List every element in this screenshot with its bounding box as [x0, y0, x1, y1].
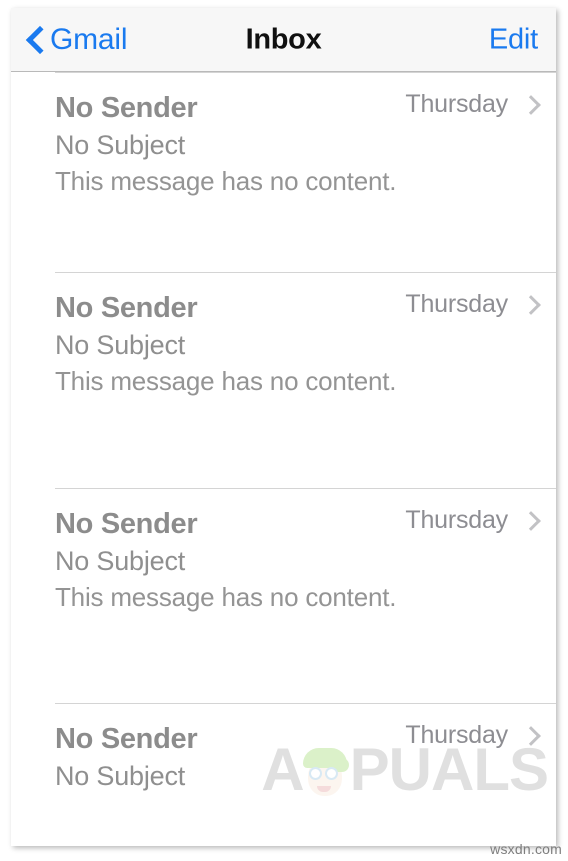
mail-subject: No Subject	[55, 761, 186, 792]
row-separator	[55, 703, 556, 704]
mail-date: Thursday	[405, 290, 508, 318]
mail-meta: Thursday	[405, 723, 542, 748]
mail-list-item[interactable]: No Sender No Subject This message has no…	[11, 72, 556, 272]
mail-subject: No Subject	[55, 330, 186, 361]
mail-list: No Sender No Subject This message has no…	[11, 72, 556, 846]
mail-preview: This message has no content.	[55, 165, 397, 196]
chevron-right-icon[interactable]	[522, 510, 542, 532]
mail-meta: Thursday	[405, 292, 542, 317]
mail-preview: This message has no content.	[55, 365, 397, 396]
mail-subject: No Subject	[55, 130, 186, 161]
chevron-right-icon[interactable]	[522, 725, 542, 747]
mail-meta: Thursday	[405, 508, 542, 533]
page-title: Inbox	[245, 23, 322, 55]
mail-date: Thursday	[405, 90, 508, 118]
mail-date: Thursday	[405, 506, 508, 534]
row-separator	[55, 488, 556, 489]
mail-meta: Thursday	[405, 92, 542, 117]
chevron-right-icon[interactable]	[522, 94, 542, 116]
row-separator	[55, 272, 556, 273]
mail-date: Thursday	[405, 721, 508, 749]
row-separator	[55, 72, 556, 73]
navigation-bar: Gmail Inbox Edit	[11, 8, 556, 72]
device-frame: Gmail Inbox Edit No Sender No Subject Th…	[11, 8, 556, 846]
mail-list-item[interactable]: No Sender No Subject This message has no…	[11, 272, 556, 488]
site-watermark: wsxdn.com	[490, 841, 562, 857]
edit-button[interactable]: Edit	[489, 25, 538, 54]
chevron-right-icon[interactable]	[522, 294, 542, 316]
mail-subject: No Subject	[55, 546, 186, 577]
mail-preview: This message has no content.	[55, 581, 397, 612]
mail-list-item[interactable]: No Sender No Subject Thursday	[11, 703, 556, 846]
screenshot-root: Gmail Inbox Edit No Sender No Subject Th…	[0, 0, 568, 861]
mail-list-item[interactable]: No Sender No Subject This message has no…	[11, 488, 556, 703]
